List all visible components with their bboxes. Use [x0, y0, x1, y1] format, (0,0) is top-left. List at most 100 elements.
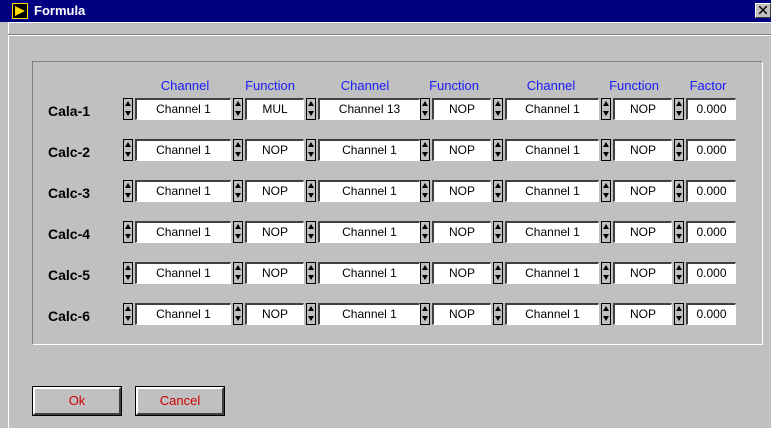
channel-a-spinner[interactable] — [123, 98, 133, 120]
channel-b-spinner[interactable] — [306, 221, 316, 243]
channel-a-spinner[interactable] — [123, 180, 133, 202]
channel-b-field[interactable]: Channel 1 — [318, 139, 420, 161]
function-b-spinner[interactable] — [420, 262, 430, 284]
cancel-button[interactable]: Cancel — [135, 386, 225, 416]
function-b-field[interactable]: NOP — [432, 139, 491, 161]
function-a-spinner[interactable] — [233, 98, 243, 120]
function-b-field[interactable]: NOP — [432, 180, 491, 202]
factor-spinner[interactable] — [674, 221, 684, 243]
channel-a-field[interactable]: Channel 1 — [135, 180, 231, 202]
function-c-spinner[interactable] — [601, 180, 611, 202]
channel-b-field[interactable]: Channel 13 — [318, 98, 420, 120]
function-b-spinner[interactable] — [420, 303, 430, 325]
channel-c-spinner[interactable] — [493, 303, 503, 325]
channel-a-spinner[interactable] — [123, 303, 133, 325]
function-a-field[interactable]: NOP — [245, 221, 304, 243]
factor-spinner[interactable] — [674, 180, 684, 202]
function-c-field[interactable]: NOP — [613, 180, 672, 202]
function-b-spinner[interactable] — [420, 139, 430, 161]
function-a-spinner[interactable] — [233, 180, 243, 202]
channel-c-spinner[interactable] — [493, 98, 503, 120]
title-bar: Formula — [0, 0, 771, 22]
header-factor: Factor — [689, 78, 727, 93]
row-label: Calc-3 — [48, 185, 91, 201]
function-c-spinner[interactable] — [601, 139, 611, 161]
channel-a-field[interactable]: Channel 1 — [135, 139, 231, 161]
factor-field[interactable]: 0.000 — [686, 221, 736, 243]
header-channel-3: Channel — [526, 78, 576, 93]
channel-b-spinner[interactable] — [306, 180, 316, 202]
function-a-field[interactable]: NOP — [245, 303, 304, 325]
function-b-field[interactable]: NOP — [432, 303, 491, 325]
function-b-field[interactable]: NOP — [432, 98, 491, 120]
function-a-field[interactable]: NOP — [245, 139, 304, 161]
channel-c-field[interactable]: Channel 1 — [505, 262, 599, 284]
channel-a-field[interactable]: Channel 1 — [135, 98, 231, 120]
factor-field[interactable]: 0.000 — [686, 139, 736, 161]
channel-b-field[interactable]: Channel 1 — [318, 303, 420, 325]
function-c-field[interactable]: NOP — [613, 303, 672, 325]
function-c-spinner[interactable] — [601, 262, 611, 284]
channel-c-spinner[interactable] — [493, 221, 503, 243]
channel-a-field[interactable]: Channel 1 — [135, 262, 231, 284]
channel-a-spinner[interactable] — [123, 139, 133, 161]
factor-spinner[interactable] — [674, 98, 684, 120]
channel-b-spinner[interactable] — [306, 303, 316, 325]
channel-c-spinner[interactable] — [493, 139, 503, 161]
row-label: Calc-5 — [48, 267, 91, 283]
channel-a-field[interactable]: Channel 1 — [135, 221, 231, 243]
factor-field[interactable]: 0.000 — [686, 303, 736, 325]
row-label: Calc-4 — [48, 226, 91, 242]
channel-a-spinner[interactable] — [123, 262, 133, 284]
function-a-spinner[interactable] — [233, 139, 243, 161]
function-c-field[interactable]: NOP — [613, 262, 672, 284]
factor-spinner[interactable] — [674, 303, 684, 325]
function-a-spinner[interactable] — [233, 221, 243, 243]
function-c-field[interactable]: NOP — [613, 139, 672, 161]
function-b-spinner[interactable] — [420, 180, 430, 202]
channel-b-field[interactable]: Channel 1 — [318, 221, 420, 243]
channel-c-spinner[interactable] — [493, 262, 503, 284]
channel-c-field[interactable]: Channel 1 — [505, 221, 599, 243]
window-title: Formula — [34, 3, 86, 18]
function-a-field[interactable]: NOP — [245, 180, 304, 202]
header-function-1: Function — [245, 78, 295, 93]
factor-spinner[interactable] — [674, 139, 684, 161]
channel-a-field[interactable]: Channel 1 — [135, 303, 231, 325]
channel-b-spinner[interactable] — [306, 139, 316, 161]
header-function-3: Function — [609, 78, 659, 93]
channel-b-spinner[interactable] — [306, 98, 316, 120]
header-channel-2: Channel — [340, 78, 390, 93]
channel-c-field[interactable]: Channel 1 — [505, 98, 599, 120]
factor-field[interactable]: 0.000 — [686, 98, 736, 120]
channel-b-field[interactable]: Channel 1 — [318, 262, 420, 284]
function-b-spinner[interactable] — [420, 221, 430, 243]
channel-c-spinner[interactable] — [493, 180, 503, 202]
function-a-field[interactable]: NOP — [245, 262, 304, 284]
channel-b-spinner[interactable] — [306, 262, 316, 284]
function-b-spinner[interactable] — [420, 98, 430, 120]
ok-button[interactable]: Ok — [32, 386, 122, 416]
function-c-field[interactable]: NOP — [613, 221, 672, 243]
function-c-field[interactable]: NOP — [613, 98, 672, 120]
function-b-field[interactable]: NOP — [432, 221, 491, 243]
function-c-spinner[interactable] — [601, 221, 611, 243]
row-label: Cala-1 — [48, 103, 91, 119]
function-a-spinner[interactable] — [233, 262, 243, 284]
channel-c-field[interactable]: Channel 1 — [505, 180, 599, 202]
row-label: Calc-6 — [48, 308, 91, 324]
close-button[interactable] — [755, 3, 771, 18]
factor-spinner[interactable] — [674, 262, 684, 284]
channel-c-field[interactable]: Channel 1 — [505, 139, 599, 161]
function-c-spinner[interactable] — [601, 303, 611, 325]
function-c-spinner[interactable] — [601, 98, 611, 120]
function-b-field[interactable]: NOP — [432, 262, 491, 284]
channel-c-field[interactable]: Channel 1 — [505, 303, 599, 325]
factor-field[interactable]: 0.000 — [686, 180, 736, 202]
function-a-field[interactable]: MUL — [245, 98, 304, 120]
close-icon — [759, 6, 767, 14]
channel-a-spinner[interactable] — [123, 221, 133, 243]
factor-field[interactable]: 0.000 — [686, 262, 736, 284]
channel-b-field[interactable]: Channel 1 — [318, 180, 420, 202]
function-a-spinner[interactable] — [233, 303, 243, 325]
